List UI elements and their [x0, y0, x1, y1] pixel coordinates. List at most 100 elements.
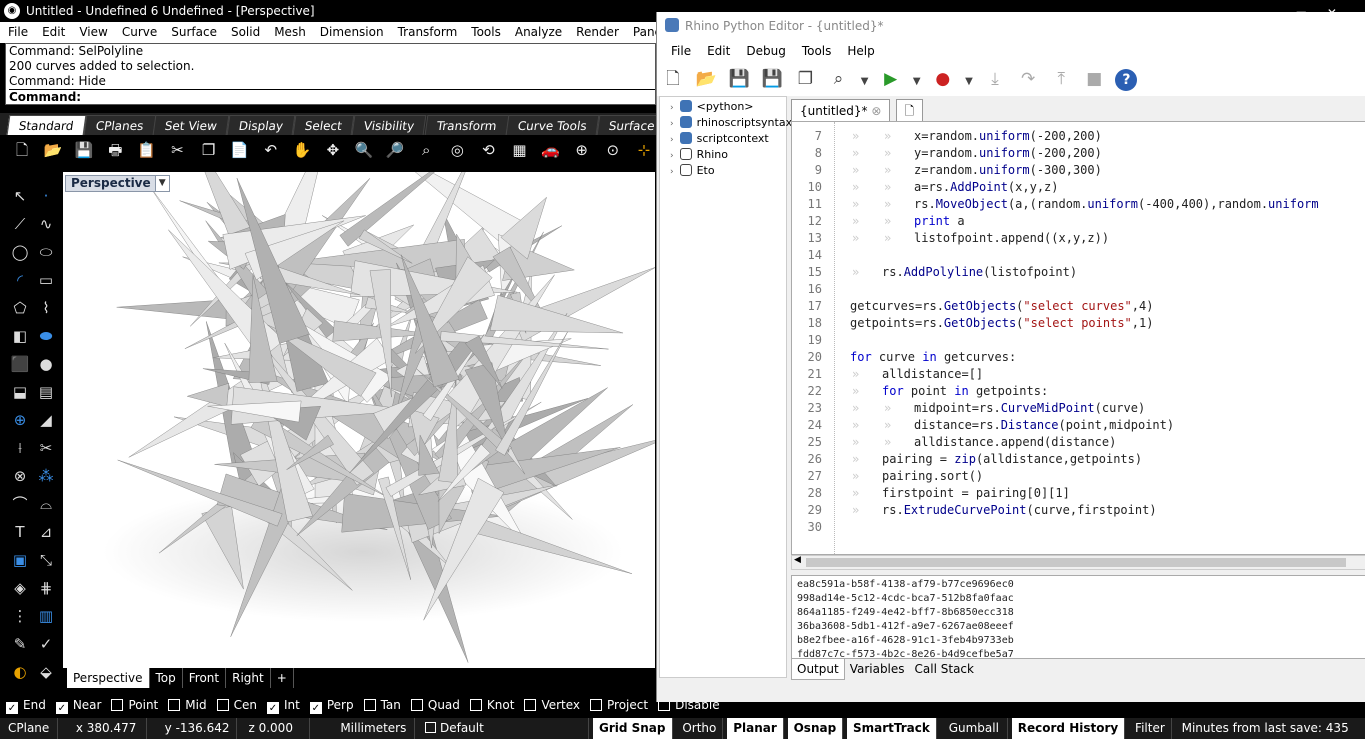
block-icon[interactable]: ◈	[8, 576, 32, 600]
viewport-tab-perspective[interactable]: Perspective	[67, 668, 150, 688]
perspective-viewport[interactable]: Perspective ▼	[63, 172, 655, 668]
group-icon[interactable]: ▣	[8, 548, 32, 572]
osnap-perp[interactable]: ✓ Perp	[309, 694, 354, 716]
point-icon[interactable]: ·	[34, 184, 58, 208]
chevron-right-icon[interactable]: ›	[670, 167, 674, 177]
toolbar-tab-curve-tools[interactable]: Curve Tools	[506, 115, 600, 135]
zoom-selected-icon[interactable]: ◎	[445, 139, 469, 161]
curve-from-object-icon[interactable]: ⌓	[34, 492, 58, 516]
ellipse-icon[interactable]: ⬭	[34, 240, 58, 264]
viewport-tab-right[interactable]: Right	[226, 668, 271, 688]
menu-item-view[interactable]: View	[71, 22, 113, 43]
select-arrow-icon[interactable]: ↖	[8, 184, 32, 208]
osnap-toggle[interactable]: Osnap	[787, 718, 844, 739]
rotate-view-icon[interactable]: ⟲	[476, 139, 500, 161]
zoom-window-icon[interactable]: 🔎	[383, 139, 407, 161]
properties-icon[interactable]: ✎	[8, 632, 32, 656]
layer-selector[interactable]: Default	[419, 718, 590, 739]
toolbar-tab-select[interactable]: Select	[292, 115, 355, 135]
toolbar-tab-cplanes[interactable]: CPlanes	[83, 115, 156, 135]
join-icon[interactable]: ⊗	[8, 464, 32, 488]
boolean-icon[interactable]: ⊕	[8, 408, 32, 432]
cylinder-icon[interactable]: ⬬	[34, 324, 58, 348]
osnap-checkbox[interactable]: ✓	[55, 702, 68, 714]
menu-item-analyze[interactable]: Analyze	[507, 22, 568, 43]
tab-untitled[interactable]: {untitled}* ⊗	[791, 99, 891, 121]
box-icon[interactable]: ⬛	[8, 352, 32, 376]
editor-menu-debug[interactable]: Debug	[738, 40, 793, 62]
editor-menu-help[interactable]: Help	[839, 40, 882, 62]
render-icon[interactable]: ◐	[8, 660, 32, 684]
toolbar-tab-set-view[interactable]: Set View	[152, 115, 230, 135]
cplane-icon[interactable]: ⊕	[570, 139, 594, 161]
record-history-toggle[interactable]: Record History	[1011, 718, 1126, 739]
filter-toggle[interactable]: Filter	[1129, 718, 1172, 739]
surface-icon[interactable]: ◧	[8, 324, 32, 348]
osnap-checkbox[interactable]	[111, 699, 124, 711]
osnap-checkbox[interactable]	[363, 699, 376, 711]
new-file-icon[interactable]: 🗋	[10, 139, 34, 161]
output-tab-output[interactable]: Output	[791, 659, 845, 680]
horizontal-scrollbar[interactable]: ◀	[791, 555, 1365, 570]
help-icon[interactable]: ?	[1115, 69, 1138, 91]
osnap-mid[interactable]: Mid	[168, 694, 207, 716]
fillet-icon[interactable]: ◢	[34, 408, 58, 432]
osnap-checkbox[interactable]: ✓	[266, 702, 279, 714]
tree-item[interactable]: › Rhino	[660, 147, 786, 163]
copy-icon[interactable]: ❐	[197, 139, 221, 161]
open-folder-icon[interactable]: 📂	[694, 67, 718, 91]
pan-hand-icon[interactable]: ✋	[290, 139, 314, 161]
menu-item-mesh[interactable]: Mesh	[266, 22, 312, 43]
menu-item-surface[interactable]: Surface	[163, 22, 223, 43]
chevron-right-icon[interactable]: ›	[670, 151, 674, 161]
toolbar-tab-surface-tools[interactable]: Surface Tools	[596, 115, 656, 135]
step-into-icon[interactable]: ⤓	[983, 67, 1007, 91]
osnap-cen[interactable]: Cen	[216, 694, 257, 716]
osnap-checkbox[interactable]	[216, 699, 229, 711]
viewport-tab-front[interactable]: Front	[183, 668, 227, 688]
osnap-checkbox[interactable]: ✓	[6, 702, 18, 714]
cplane-label[interactable]: CPlane	[0, 718, 58, 739]
breakpoint-icon[interactable]: ●	[931, 67, 955, 91]
osnap-checkbox[interactable]	[168, 699, 181, 711]
freeform-icon[interactable]: ⌇	[34, 296, 58, 320]
chevron-right-icon[interactable]: ›	[670, 103, 674, 113]
osnap-project[interactable]: Project	[590, 694, 648, 716]
mesh-icon[interactable]: ▤	[34, 380, 58, 404]
editor-menu-file[interactable]: File	[663, 40, 699, 62]
menu-item-panels[interactable]: Panels	[625, 22, 656, 43]
gumball-toggle[interactable]: Gumball	[941, 718, 1008, 739]
new-file-icon[interactable]: 🗋	[661, 67, 685, 91]
osnap-checkbox[interactable]	[410, 699, 423, 711]
save-icon[interactable]: 💾	[72, 139, 96, 161]
sphere-icon[interactable]: ●	[34, 352, 58, 376]
viewport-label[interactable]: Perspective ▼	[65, 175, 170, 192]
menu-item-tools[interactable]: Tools	[463, 22, 507, 43]
menu-item-edit[interactable]: Edit	[34, 22, 71, 43]
osnap-point[interactable]: Point	[111, 694, 158, 716]
zoom-icon[interactable]: 🔍	[352, 139, 376, 161]
arc-icon[interactable]: ◜	[8, 268, 32, 292]
layer-icon[interactable]: ▥	[34, 604, 58, 628]
paste-icon[interactable]: 📄	[228, 139, 252, 161]
save-icon[interactable]: 💾	[727, 67, 751, 91]
menu-item-curve[interactable]: Curve	[114, 22, 163, 43]
dimension-icon[interactable]: ⊿	[34, 520, 58, 544]
text-icon[interactable]: T	[8, 520, 32, 544]
smarttrack-toggle[interactable]: SmartTrack	[847, 718, 937, 739]
toolbar-tab-display[interactable]: Display	[226, 115, 296, 135]
explode-icon[interactable]: ⁂	[34, 464, 58, 488]
viewport-tab-top[interactable]: Top	[150, 668, 183, 688]
tree-item[interactable]: › Eto	[660, 163, 786, 179]
editor-menu-edit[interactable]: Edit	[699, 40, 738, 62]
output-tab-variables[interactable]: Variables	[845, 659, 910, 679]
new-tab-icon[interactable]: 🗋	[895, 99, 924, 121]
osnap-checkbox[interactable]: ✓	[309, 702, 322, 714]
grid-snap-toggle[interactable]: Grid Snap	[592, 718, 673, 739]
code-editor[interactable]: 7 x=random.uniform(-200,200) » » 8 y=random.u…	[791, 121, 1365, 555]
split-icon[interactable]: ⟊	[8, 436, 32, 460]
paste-clipboard-icon[interactable]: 📋	[134, 139, 158, 161]
ortho-toggle[interactable]: Ortho	[676, 718, 724, 739]
menu-item-render[interactable]: Render	[568, 22, 625, 43]
toolbar-tab-standard[interactable]: Standard	[6, 115, 86, 135]
